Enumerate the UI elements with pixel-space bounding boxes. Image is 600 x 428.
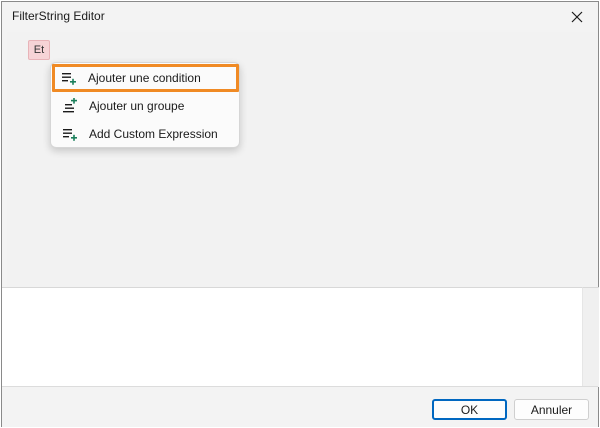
title-bar: FilterString Editor — [2, 2, 598, 32]
group-operator-button[interactable]: Et — [28, 40, 50, 60]
window-title: FilterString Editor — [12, 9, 105, 23]
ok-button-label: OK — [460, 402, 479, 417]
menu-item-label: Add Custom Expression — [89, 127, 218, 141]
menu-item-add-group[interactable]: Ajouter un groupe — [55, 93, 235, 119]
close-button[interactable] — [556, 2, 598, 32]
add-group-icon — [62, 98, 78, 114]
group-operator-label: Et — [33, 44, 45, 56]
menu-item-label: Ajouter une condition — [88, 71, 201, 85]
expression-text-area[interactable] — [2, 287, 582, 387]
close-icon — [571, 11, 583, 23]
filterstring-editor-window: FilterString Editor Et Ajouter une condi… — [1, 1, 599, 427]
menu-item-label: Ajouter un groupe — [89, 99, 185, 113]
dialog-footer: OK Annuler — [2, 386, 598, 427]
menu-item-add-condition[interactable]: Ajouter une condition — [52, 64, 239, 92]
ok-button[interactable]: OK — [432, 399, 507, 420]
menu-item-add-custom-expression[interactable]: Add Custom Expression — [55, 121, 235, 147]
add-condition-icon — [61, 70, 77, 86]
cancel-button-label: Annuler — [530, 402, 573, 417]
add-context-menu: Ajouter une condition Ajouter un groupe — [50, 62, 240, 148]
add-expression-icon — [62, 126, 78, 142]
cancel-button[interactable]: Annuler — [514, 399, 589, 420]
vertical-scrollbar[interactable] — [582, 287, 599, 387]
